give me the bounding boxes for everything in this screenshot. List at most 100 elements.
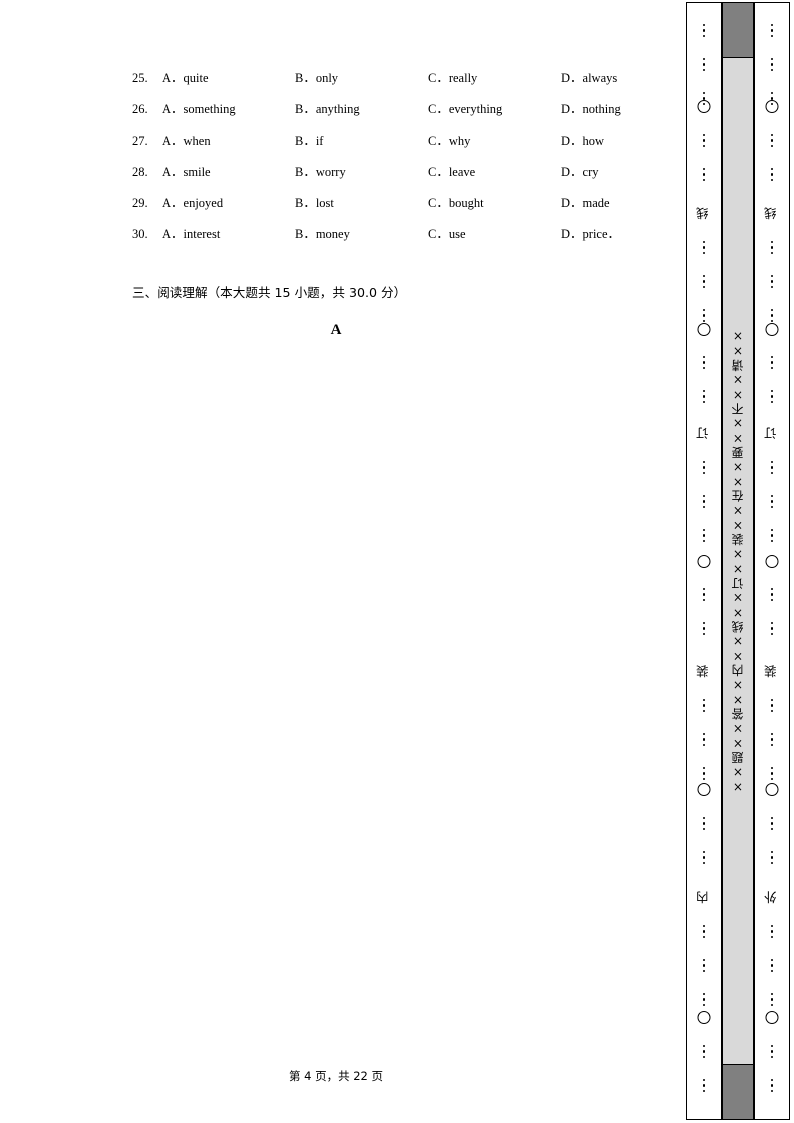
dotted-line-segment	[697, 1076, 711, 1095]
option-b[interactable]: B．money	[295, 219, 428, 250]
option-c[interactable]: C．really	[428, 63, 561, 94]
dotted-line-segment	[765, 956, 779, 975]
seal-column-left: 线 订 装 内	[686, 2, 722, 1120]
seal-column-right: 线 订 装 外	[754, 2, 790, 1120]
question-row: 26. A．something B．anything C．everything …	[132, 94, 632, 125]
seal-circle	[765, 100, 779, 113]
seal-column-center: ××题××答××内××线××订××装××在××要××不××请××	[722, 2, 754, 1120]
seal-glyph-wai: 外	[763, 891, 779, 904]
dotted-line-segment	[697, 165, 711, 184]
option-a[interactable]: A．smile	[162, 157, 295, 188]
page-footer: 第 4 页，共 22 页	[288, 1069, 384, 1083]
question-row: 27. A．when B．if C．why D．how	[132, 126, 632, 157]
dotted-line-segment	[765, 585, 779, 604]
dotted-line-segment	[697, 585, 711, 604]
question-row: 28. A．smile B．worry C．leave D．cry	[132, 157, 632, 188]
page-content: 25. A．quite B．only C．really D．always 26.…	[0, 0, 672, 1123]
dotted-line-segment	[765, 492, 779, 511]
option-c[interactable]: C．leave	[428, 157, 561, 188]
seal-glyph-line: 线	[695, 207, 711, 220]
dotted-line-segment	[765, 1076, 779, 1095]
option-b[interactable]: B．only	[295, 63, 428, 94]
seal-circle	[697, 1011, 711, 1024]
dotted-line-segment	[765, 990, 779, 1009]
option-d[interactable]: D．price．	[561, 219, 694, 250]
seal-glyph-line: 线	[763, 207, 779, 220]
seal-band: ××题××答××内××线××订××装××在××要××不××请××	[722, 58, 754, 1064]
exam-page: 25. A．quite B．only C．really D．always 26.…	[0, 0, 794, 1123]
option-b[interactable]: B．anything	[295, 94, 428, 125]
dotted-line-segment	[697, 956, 711, 975]
seal-circle	[697, 323, 711, 336]
option-a[interactable]: A．interest	[162, 219, 295, 250]
question-number: 26.	[132, 102, 148, 117]
dotted-line-segment	[765, 696, 779, 715]
option-c[interactable]: C．use	[428, 219, 561, 250]
dotted-line-segment	[697, 131, 711, 150]
dotted-line-segment	[697, 55, 711, 74]
dotted-line-segment	[765, 353, 779, 372]
dotted-line-segment	[697, 272, 711, 291]
dotted-line-segment	[765, 272, 779, 291]
question-number: 27.	[132, 133, 148, 148]
dotted-line-segment	[697, 619, 711, 638]
seal-glyph-ding: 订	[695, 427, 711, 440]
dotted-line-segment	[765, 730, 779, 749]
dotted-line-segment	[697, 922, 711, 941]
dotted-line-segment	[697, 990, 711, 1009]
dotted-line-segment	[697, 814, 711, 833]
dotted-line-segment	[765, 814, 779, 833]
dotted-line-segment	[765, 922, 779, 941]
dotted-line-segment	[697, 387, 711, 406]
question-row: 29. A．enjoyed B．lost C．bought D．made	[132, 188, 632, 219]
dotted-line-segment	[697, 848, 711, 867]
seal-marks-left: 线 订 装 内	[687, 3, 721, 1119]
dotted-line-segment	[765, 764, 779, 783]
dotted-line-segment	[765, 458, 779, 477]
seal-circle	[697, 100, 711, 113]
option-d[interactable]: D．how	[561, 126, 694, 157]
dotted-line-segment	[765, 55, 779, 74]
seal-circle	[765, 1011, 779, 1024]
question-number: 29.	[132, 196, 148, 211]
dotted-line-segment	[697, 696, 711, 715]
option-a[interactable]: A．enjoyed	[162, 188, 295, 219]
option-d[interactable]: D．always	[561, 63, 694, 94]
option-d[interactable]: D．cry	[561, 157, 694, 188]
option-c[interactable]: C．bought	[428, 188, 561, 219]
dotted-line-segment	[765, 1042, 779, 1061]
dotted-line-segment	[697, 492, 711, 511]
seal-circle	[697, 783, 711, 796]
seal-marks-right: 线 订 装 外	[755, 3, 789, 1119]
option-c[interactable]: C．why	[428, 126, 561, 157]
option-b[interactable]: B．worry	[295, 157, 428, 188]
seal-sidebar: 线 订 装 内 ××题××答××内××线××订××装××在××要××不××请××…	[686, 2, 792, 1120]
seal-glyph-nei: 内	[695, 891, 711, 904]
option-a[interactable]: A．quite	[162, 63, 295, 94]
option-a[interactable]: A．something	[162, 94, 295, 125]
dotted-line-segment	[765, 387, 779, 406]
seal-glyph-zhuang: 装	[763, 665, 779, 678]
option-d[interactable]: D．made	[561, 188, 694, 219]
seal-circle	[765, 323, 779, 336]
dotted-line-segment	[765, 21, 779, 40]
option-b[interactable]: B．lost	[295, 188, 428, 219]
dotted-line-segment	[765, 526, 779, 545]
dotted-line-segment	[697, 1042, 711, 1061]
seal-circle	[697, 555, 711, 568]
dotted-line-segment	[765, 165, 779, 184]
option-a[interactable]: A．when	[162, 126, 295, 157]
question-row: 25. A．quite B．only C．really D．always	[132, 63, 632, 94]
dotted-line-segment	[697, 458, 711, 477]
question-number: 30.	[132, 227, 148, 242]
option-c[interactable]: C．everything	[428, 94, 561, 125]
seal-cap-top	[722, 2, 754, 58]
seal-cap-bottom	[722, 1064, 754, 1120]
seal-circle	[765, 783, 779, 796]
question-number: 25.	[132, 71, 148, 85]
section-heading: 三、阅读理解（本大题共 15 小题，共 30.0 分）	[132, 285, 407, 300]
question-list: 25. A．quite B．only C．really D．always 26.…	[132, 63, 632, 251]
option-b[interactable]: B．if	[295, 126, 428, 157]
dotted-line-segment	[697, 353, 711, 372]
option-d[interactable]: D．nothing	[561, 94, 694, 125]
